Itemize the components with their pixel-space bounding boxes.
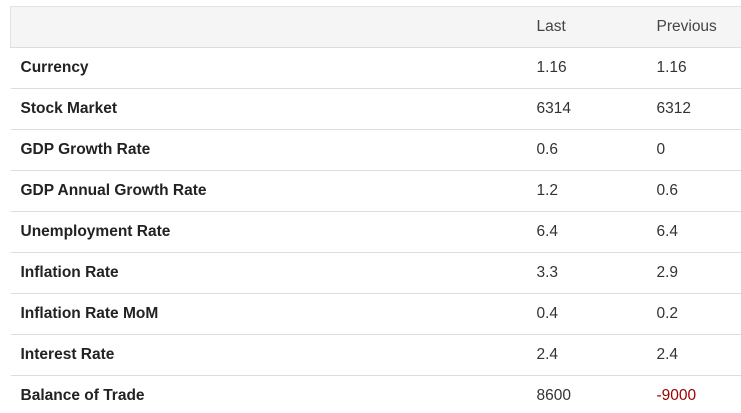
column-header-last[interactable]: Last — [526, 6, 647, 48]
previous-value: 2.9 — [656, 264, 679, 281]
indicators-table-container: Last Previous Currency 1.16 1.16 Stock M… — [10, 6, 741, 413]
previous-value: 6.4 — [656, 223, 679, 240]
table-row: GDP Growth Rate 0.6 0 — [10, 130, 741, 171]
column-header-previous[interactable]: Previous — [646, 6, 741, 48]
previous-value: 0.6 — [656, 182, 679, 199]
table-row: Stock Market 6314 6312 — [10, 89, 741, 130]
table-row: Inflation Rate 3.3 2.9 — [10, 253, 741, 294]
table-header-row: Last Previous — [10, 6, 741, 48]
last-value: 8600 — [536, 387, 571, 404]
last-value: 6.4 — [536, 223, 559, 240]
previous-value: 0.2 — [656, 305, 679, 322]
column-header-indicator — [10, 6, 527, 48]
last-value: 6314 — [536, 100, 571, 117]
previous-value: 0 — [656, 141, 666, 158]
previous-value: 6312 — [656, 100, 691, 117]
indicator-link[interactable]: Inflation Rate — [11, 253, 527, 294]
table-body: Currency 1.16 1.16 Stock Market 6314 631… — [10, 48, 741, 413]
indicator-link[interactable]: Interest Rate — [11, 335, 527, 376]
indicator-link[interactable]: Balance of Trade — [11, 376, 527, 413]
table-row: Interest Rate 2.4 2.4 — [10, 335, 741, 376]
last-value: 1.2 — [536, 182, 559, 199]
previous-value: 2.4 — [656, 346, 679, 363]
indicator-link[interactable]: Unemployment Rate — [11, 212, 527, 253]
last-value: 1.16 — [536, 59, 567, 76]
indicator-link[interactable]: GDP Annual Growth Rate — [11, 171, 527, 212]
last-value: 2.4 — [536, 346, 559, 363]
previous-value: -9000 — [656, 387, 697, 404]
indicator-link[interactable]: Stock Market — [11, 89, 527, 130]
last-value: 0.4 — [536, 305, 559, 322]
indicator-link[interactable]: GDP Growth Rate — [11, 130, 527, 171]
previous-value: 1.16 — [656, 59, 687, 76]
table-row: Balance of Trade 8600 -9000 — [11, 376, 741, 413]
table-row: GDP Annual Growth Rate 1.2 0.6 — [10, 171, 741, 212]
indicator-link[interactable]: Currency — [11, 48, 527, 89]
table-header: Last Previous — [10, 6, 741, 48]
last-value: 3.3 — [536, 264, 559, 281]
indicator-link[interactable]: Inflation Rate MoM — [11, 294, 527, 335]
indicators-table: Last Previous Currency 1.16 1.16 Stock M… — [10, 6, 741, 413]
table-row: Currency 1.16 1.16 — [10, 48, 741, 89]
last-value: 0.6 — [536, 141, 559, 158]
table-row: Unemployment Rate 6.4 6.4 — [10, 212, 741, 253]
table-row: Inflation Rate MoM 0.4 0.2 — [10, 294, 741, 335]
